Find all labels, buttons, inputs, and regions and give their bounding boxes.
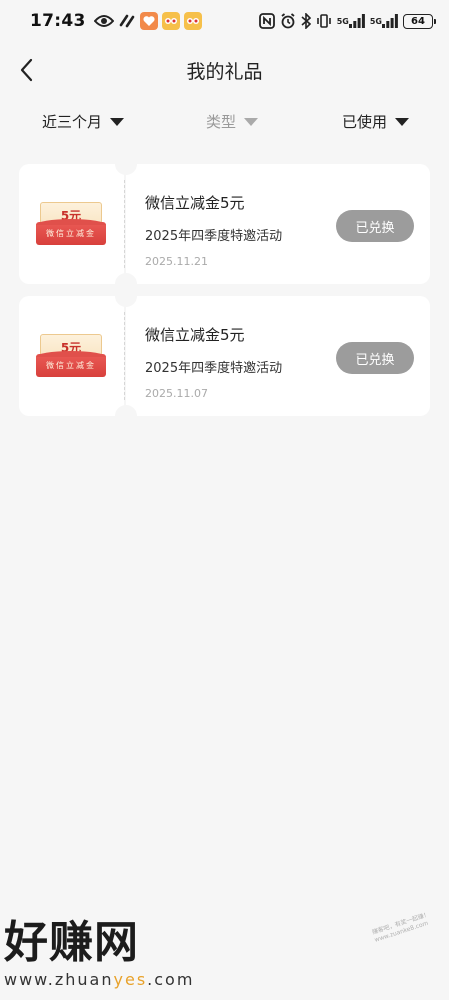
red-envelope-coupon-icon: 5元 微信立减金 xyxy=(36,202,106,247)
coupon-label: 微信立减金 xyxy=(46,229,96,238)
filter-label: 近三个月 xyxy=(42,113,103,131)
watermark-logo: 好赚网 xyxy=(4,917,139,968)
watermark-url-prefix: www.zhuan xyxy=(4,970,114,989)
watermark-url: www.zhuanyes.com xyxy=(4,970,194,989)
card-divider xyxy=(124,312,125,400)
header: 我的礼品 xyxy=(0,48,449,92)
watermark-url-suffix: .com xyxy=(147,970,195,989)
nfc-icon xyxy=(258,13,275,29)
watermark-small: 赚客吧，有奖一起赚！ www.zuanke8.com xyxy=(371,910,431,944)
vibrate-icon xyxy=(316,13,332,29)
card-notch xyxy=(115,405,137,427)
alarm-icon xyxy=(280,13,296,29)
gift-campaign: 2025年四季度特邀活动 xyxy=(145,361,283,376)
gift-campaign: 2025年四季度特邀活动 xyxy=(145,229,283,244)
network-label-2: 5G xyxy=(369,16,382,26)
watermark-url-highlight: yes xyxy=(113,970,148,989)
coupon-label: 微信立减金 xyxy=(46,361,96,370)
filter-label: 已使用 xyxy=(342,113,388,131)
coupon-envelope: 微信立减金 xyxy=(36,351,106,377)
status-time: 17:43 xyxy=(30,11,86,31)
filter-label: 类型 xyxy=(206,113,237,131)
signal-icon-2: 5G xyxy=(370,14,398,28)
red-envelope-coupon-icon: 5元 微信立减金 xyxy=(36,334,106,379)
card-notch xyxy=(115,285,137,307)
gift-date: 2025.11.07 xyxy=(145,387,208,400)
eye-icon xyxy=(93,14,114,28)
status-left-icons xyxy=(93,12,202,30)
link-icon xyxy=(118,13,136,29)
caret-down-icon xyxy=(395,117,410,126)
screen: 17:43 5G 5G 64 我的礼品 近三个月 类型 已使用 5元 微信立减金… xyxy=(0,0,449,1000)
weibo-icon xyxy=(161,12,180,30)
gift-card[interactable]: 5元 微信立减金 微信立减金5元 2025年四季度特邀活动 2025.11.21… xyxy=(19,153,430,295)
heart-app-icon xyxy=(139,12,158,30)
coupon-envelope: 微信立减金 xyxy=(36,219,106,245)
watermark: 好赚网 www.zhuanyes.com xyxy=(4,917,194,990)
battery-icon: 64 xyxy=(403,13,436,29)
weibo-icon-2 xyxy=(183,12,202,30)
page-title: 我的礼品 xyxy=(186,61,263,83)
status-right-icons: 5G 5G 64 xyxy=(258,13,436,29)
signal-icon: 5G xyxy=(337,14,365,28)
caret-down-icon xyxy=(110,117,125,126)
bluetooth-icon xyxy=(301,13,311,29)
filter-status[interactable]: 已使用 xyxy=(342,111,410,132)
card-divider xyxy=(124,180,125,268)
redeemed-button[interactable]: 已兑换 xyxy=(336,210,414,242)
redeemed-button[interactable]: 已兑换 xyxy=(336,342,414,374)
status-bar: 17:43 5G 5G 64 xyxy=(0,0,449,42)
filter-bar: 近三个月 类型 已使用 xyxy=(0,106,449,140)
card-notch xyxy=(115,153,137,175)
filter-type[interactable]: 类型 xyxy=(206,111,259,132)
network-label: 5G xyxy=(336,16,349,26)
gift-card[interactable]: 5元 微信立减金 微信立减金5元 2025年四季度特邀活动 2025.11.07… xyxy=(19,285,430,427)
gift-title: 微信立减金5元 xyxy=(145,194,245,212)
gift-title: 微信立减金5元 xyxy=(145,326,245,344)
filter-time-range[interactable]: 近三个月 xyxy=(42,111,125,132)
caret-down-icon xyxy=(244,117,259,126)
gift-date: 2025.11.21 xyxy=(145,255,208,268)
